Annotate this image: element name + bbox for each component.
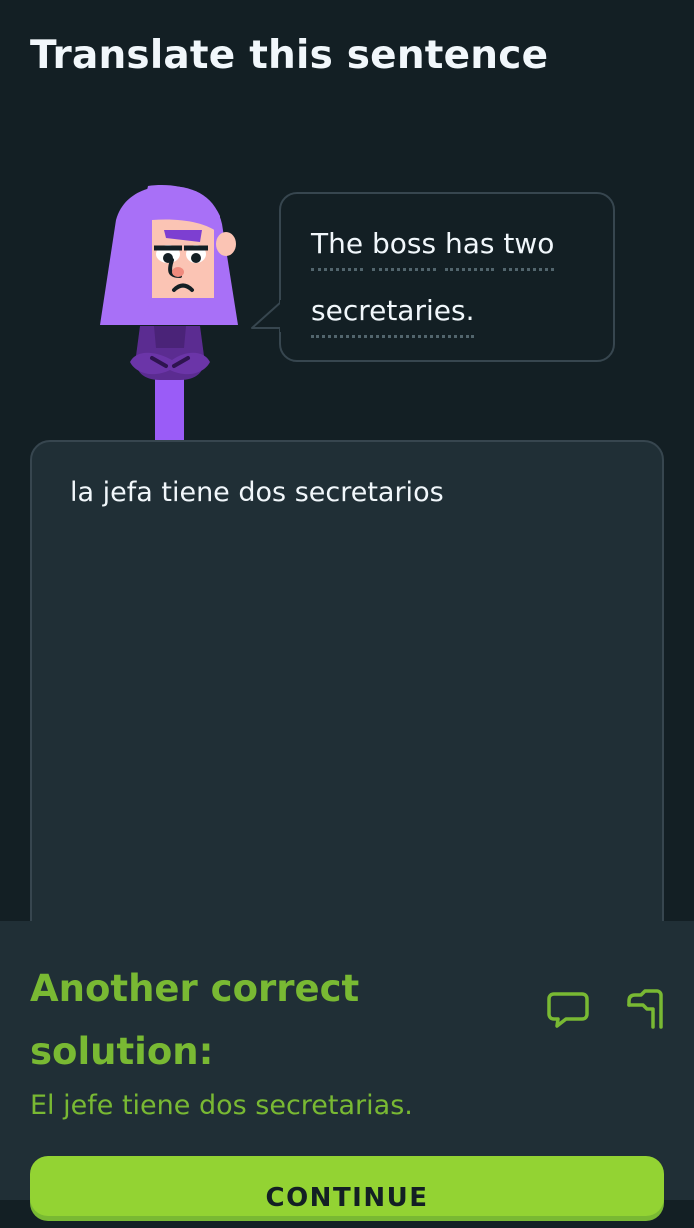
correct-solution-text: El jefe tiene dos secretarias. bbox=[30, 1090, 413, 1121]
page-title: Translate this sentence bbox=[30, 33, 549, 78]
prompt-line: The boss has two bbox=[311, 224, 555, 271]
prompt-word[interactable]: has bbox=[444, 224, 495, 271]
answer-text: la jefa tiene dos secretarios bbox=[70, 477, 444, 508]
prompt-word[interactable]: boss bbox=[371, 224, 437, 271]
prompt-word[interactable]: The bbox=[311, 224, 364, 271]
flag-icon bbox=[627, 989, 663, 1029]
feedback-heading: Another correct solution: bbox=[30, 967, 360, 1073]
continue-button[interactable]: CONTINUE bbox=[30, 1156, 664, 1216]
speech-bubble-tail bbox=[251, 300, 284, 332]
prompt-word[interactable]: secretaries. bbox=[311, 291, 475, 338]
feedback-panel: Another correct solution: El jefe tiene … bbox=[0, 921, 694, 1216]
prompt-line: secretaries. bbox=[311, 291, 475, 338]
character-illustration bbox=[100, 185, 238, 442]
prompt-speech-bubble: The boss has two secretaries. bbox=[279, 192, 615, 362]
report-button[interactable] bbox=[618, 985, 668, 1035]
prompt-word[interactable]: two bbox=[503, 224, 555, 271]
speech-bubble-icon bbox=[547, 992, 589, 1028]
comment-button[interactable] bbox=[543, 985, 593, 1035]
